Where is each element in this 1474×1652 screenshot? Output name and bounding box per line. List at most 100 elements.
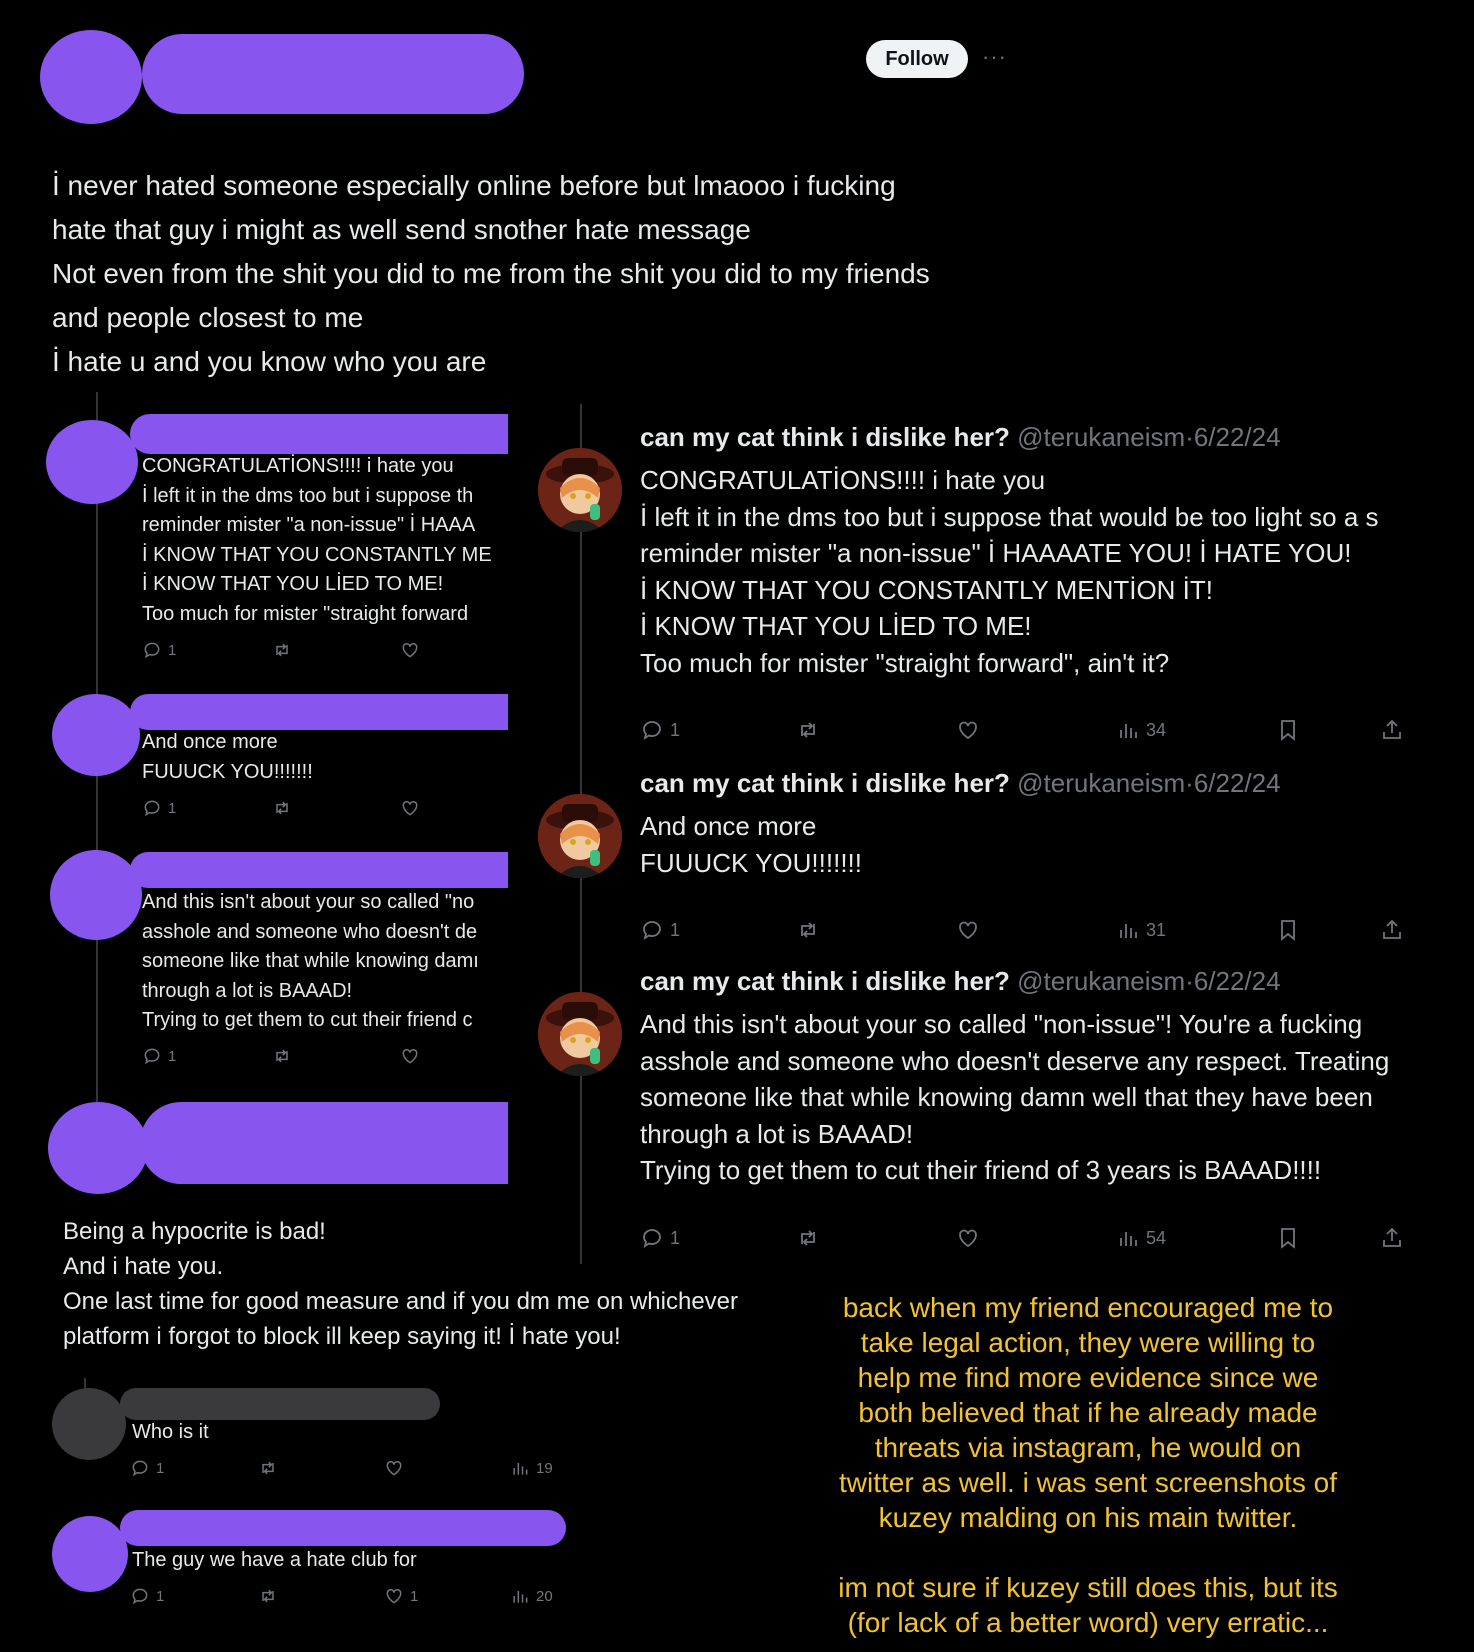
heart-icon bbox=[959, 1229, 977, 1248]
retweet-button[interactable] bbox=[796, 918, 820, 942]
follow-button[interactable]: Follow bbox=[866, 40, 968, 78]
reply-count: 1 bbox=[168, 1047, 177, 1065]
tweet-date[interactable]: 6/22/24 bbox=[1194, 422, 1281, 452]
display-name[interactable]: can my cat think i dislike her? bbox=[640, 966, 1010, 996]
avatar[interactable] bbox=[538, 448, 622, 532]
reply-button[interactable]: 1 bbox=[130, 1586, 164, 1606]
like-button[interactable] bbox=[400, 1046, 420, 1066]
tweet-header: can my cat think i dislike her? @terukan… bbox=[640, 768, 1281, 799]
share-button[interactable] bbox=[1380, 718, 1404, 742]
reply-count: 1 bbox=[156, 1587, 165, 1605]
views-icon bbox=[1120, 724, 1137, 738]
like-button[interactable] bbox=[956, 918, 980, 942]
like-count: 1 bbox=[410, 1587, 419, 1605]
display-name[interactable]: can my cat think i dislike her? bbox=[640, 768, 1010, 798]
reply-icon bbox=[144, 800, 160, 817]
reply-button[interactable]: 1 bbox=[142, 1046, 176, 1066]
retweet-button[interactable] bbox=[272, 640, 292, 660]
reply-icon bbox=[643, 721, 661, 740]
avatar[interactable] bbox=[538, 794, 622, 878]
retweet-icon bbox=[801, 722, 815, 738]
share-button[interactable] bbox=[1380, 918, 1404, 942]
views-button[interactable]: 19 bbox=[510, 1458, 553, 1478]
redacted-avatar bbox=[50, 850, 142, 940]
display-name[interactable]: can my cat think i dislike her? bbox=[640, 422, 1010, 452]
reply-text: The guy we have a hate club for bbox=[132, 1549, 417, 1571]
reply-button[interactable]: 1 bbox=[130, 1458, 164, 1478]
main-tweet-text: İ never hated someone especially online … bbox=[52, 164, 1012, 384]
user-handle[interactable]: @terukaneism bbox=[1017, 422, 1185, 452]
like-button[interactable]: 1 bbox=[384, 1586, 418, 1606]
redacted-avatar bbox=[52, 1516, 128, 1592]
reply-button[interactable]: 1 bbox=[640, 1226, 680, 1250]
main-tweet-line: and people closest to me bbox=[52, 302, 364, 333]
separator: · bbox=[1185, 422, 1194, 452]
reply-text: CONGRATULATİONS!!!! i hate you İ left it… bbox=[142, 455, 492, 625]
retweet-button[interactable] bbox=[796, 718, 820, 742]
user-handle[interactable]: @terukaneism bbox=[1017, 966, 1185, 996]
reply-count: 1 bbox=[168, 641, 177, 659]
views-button[interactable]: 31 bbox=[1116, 918, 1166, 942]
views-button[interactable]: 20 bbox=[510, 1586, 553, 1606]
view-count: 19 bbox=[536, 1459, 553, 1477]
bookmark-button[interactable] bbox=[1276, 718, 1300, 742]
retweet-button[interactable] bbox=[272, 1046, 292, 1066]
like-button[interactable] bbox=[956, 718, 980, 742]
reply-actions: 1 1 20 bbox=[130, 1586, 570, 1612]
share-icon bbox=[1383, 1227, 1401, 1247]
like-button[interactable] bbox=[400, 640, 420, 660]
retweet-icon bbox=[262, 1461, 274, 1475]
user-handle[interactable]: @terukaneism bbox=[1017, 768, 1185, 798]
heart-icon bbox=[959, 721, 977, 740]
reply-count: 1 bbox=[156, 1459, 165, 1477]
views-button[interactable]: 54 bbox=[1116, 1226, 1166, 1250]
tweet-actions: 1 34 bbox=[640, 718, 1420, 744]
retweet-button[interactable] bbox=[272, 798, 292, 818]
bookmark-icon bbox=[1281, 1228, 1295, 1249]
bookmark-button[interactable] bbox=[1276, 918, 1300, 942]
avatar-image bbox=[538, 448, 622, 532]
reply-button[interactable]: 1 bbox=[142, 640, 176, 660]
share-button[interactable] bbox=[1380, 1226, 1404, 1250]
views-icon bbox=[513, 1463, 528, 1475]
heart-icon bbox=[386, 1460, 402, 1476]
view-count: 20 bbox=[536, 1587, 553, 1605]
avatar[interactable] bbox=[538, 992, 622, 1076]
like-button[interactable] bbox=[400, 798, 420, 818]
reply-actions: 1 bbox=[142, 1046, 442, 1072]
tweet-header: can my cat think i dislike her? @terukan… bbox=[640, 422, 1281, 453]
retweet-button[interactable] bbox=[258, 1586, 278, 1606]
avatar-image bbox=[538, 992, 622, 1076]
reply-icon bbox=[132, 1588, 148, 1605]
reply-actions: 1 bbox=[142, 640, 442, 666]
retweet-button[interactable] bbox=[796, 1226, 820, 1250]
tweet-thread-card: can my cat think i dislike her? @terukan… bbox=[516, 404, 1474, 1270]
like-button[interactable] bbox=[956, 1226, 980, 1250]
tweet-date[interactable]: 6/22/24 bbox=[1194, 966, 1281, 996]
reply-text: And once more FUUUCK YOU!!!!!!! bbox=[142, 731, 313, 783]
caption-text: back when my friend encouraged me to tak… bbox=[838, 1292, 1338, 1638]
tweet-date[interactable]: 6/22/24 bbox=[1194, 768, 1281, 798]
reply-text: Who is it bbox=[132, 1421, 209, 1443]
reply-icon bbox=[643, 921, 661, 940]
more-options-icon[interactable]: ··· bbox=[982, 44, 1007, 70]
reply-button[interactable]: 1 bbox=[640, 718, 680, 742]
tweet-actions: 1 54 bbox=[640, 1226, 1420, 1252]
retweet-icon bbox=[262, 1589, 274, 1603]
tweet-actions: 1 31 bbox=[640, 918, 1420, 944]
heart-icon bbox=[402, 800, 418, 816]
redacted-name bbox=[140, 1102, 508, 1184]
view-count: 31 bbox=[1146, 919, 1167, 940]
retweet-icon bbox=[276, 801, 288, 815]
bookmark-button[interactable] bbox=[1276, 1226, 1300, 1250]
redacted-name bbox=[130, 694, 508, 730]
views-icon bbox=[1120, 1232, 1137, 1246]
retweet-button[interactable] bbox=[258, 1458, 278, 1478]
like-button[interactable] bbox=[384, 1458, 404, 1478]
reply-button[interactable]: 1 bbox=[640, 918, 680, 942]
reply-icon bbox=[643, 1229, 661, 1248]
heart-icon bbox=[402, 1048, 418, 1064]
reply-button[interactable]: 1 bbox=[142, 798, 176, 818]
reply-icon bbox=[144, 642, 160, 659]
views-button[interactable]: 34 bbox=[1116, 718, 1166, 742]
